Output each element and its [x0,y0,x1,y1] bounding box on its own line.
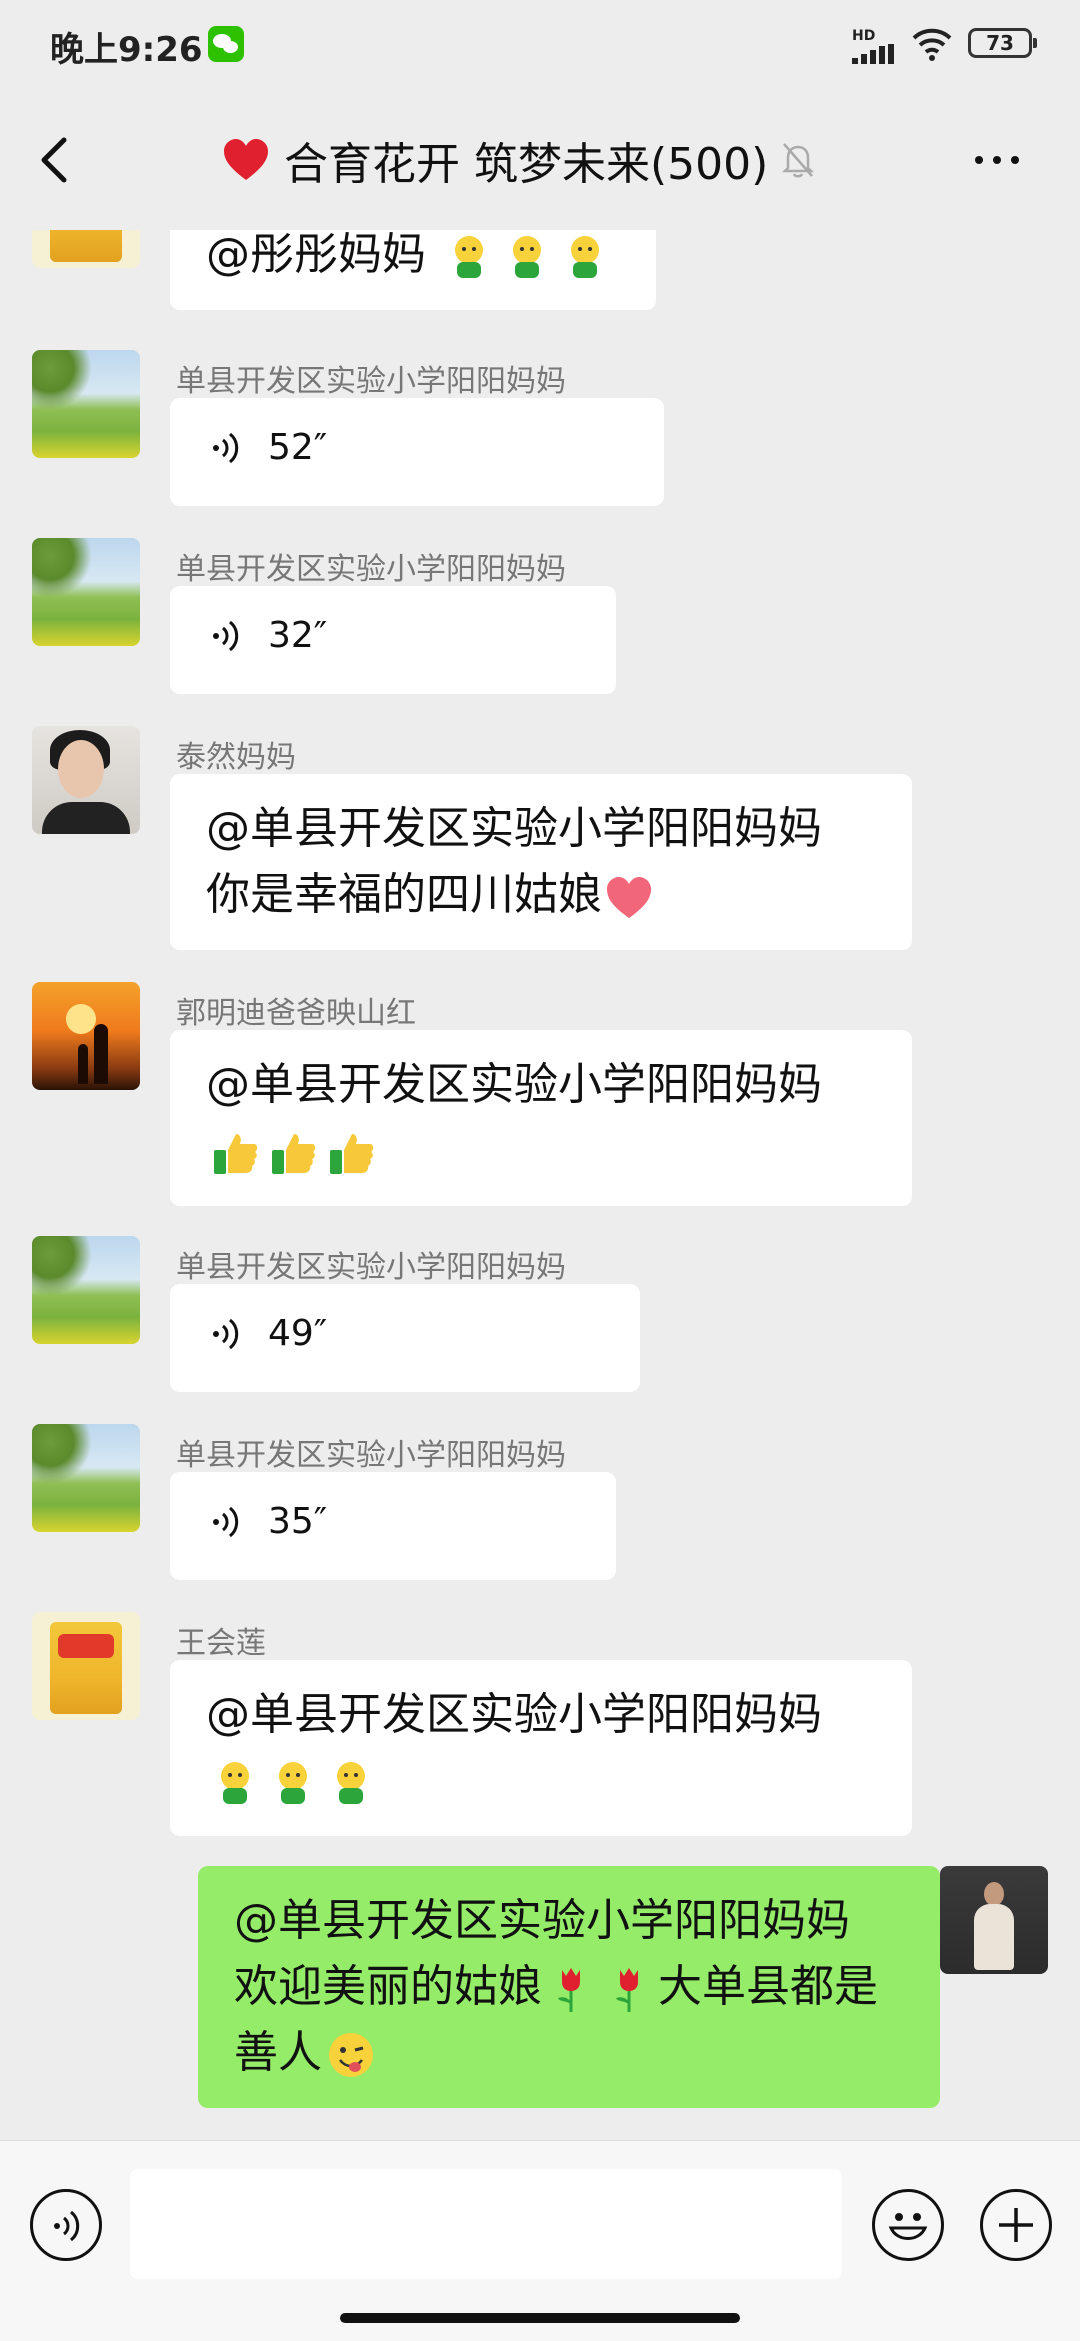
chat-title: 合育花开 筑梦未来(500) [284,139,769,190]
neutral-face-emoji-icon [571,236,599,278]
avatar[interactable] [32,982,140,1090]
thumbs-up-emoji-icon [214,1134,258,1174]
voice-message-bubble[interactable]: 32″ [170,586,616,694]
status-bar: 晚上9:26 HD 73 [0,0,1080,90]
avatar[interactable] [32,1236,140,1344]
message-bubble[interactable]: @单县开发区实验小学阳阳妈妈 你是幸福的四川姑娘 [170,774,912,950]
more-options-button[interactable] [975,142,1035,178]
chat-message: @彤彤妈妈 [0,230,1080,320]
message-bubble[interactable]: @彤彤妈妈 [170,230,656,310]
thumbs-up-emoji-icon [272,1134,316,1174]
dot-icon [1011,156,1019,164]
neutral-face-emoji-icon [337,1762,365,1804]
battery-indicator: 73 [968,28,1037,58]
sender-name: 单县开发区实验小学阳阳妈妈 [176,1438,566,1473]
message-text-line: @单县开发区实验小学阳阳妈妈 [206,803,822,854]
mute-notifications-icon [782,143,815,178]
voice-message-bubble[interactable]: 35″ [170,1472,616,1580]
message-text-line: 你是幸福的四川姑娘 [206,869,602,920]
emoji-button[interactable] [872,2189,944,2261]
voice-wave-icon [213,1318,239,1350]
message-text-line: 大单县都是 [658,1961,878,2012]
sender-name: 单县开发区实验小学阳阳妈妈 [176,1250,566,1285]
voice-duration: 35″ [268,1501,328,1542]
voice-message-bubble[interactable]: 49″ [170,1284,640,1392]
message-text-line: @单县开发区实验小学阳阳妈妈 [206,1059,822,1110]
avatar[interactable] [32,1612,140,1720]
voice-wave-icon [213,1506,239,1538]
hd-label: HD [852,28,876,44]
voice-duration: 32″ [268,615,328,656]
more-actions-button[interactable] [980,2189,1052,2261]
chat-header: 合育花开 筑梦未来(500) [0,90,1080,230]
avatar[interactable] [32,1424,140,1532]
home-indicator[interactable] [340,2313,740,2323]
voice-duration: 52″ [268,427,328,468]
message-input[interactable] [130,2169,842,2279]
input-bar [0,2140,1080,2341]
message-text-line: @单县开发区实验小学阳阳妈妈 [234,1895,850,1946]
sender-name: 单县开发区实验小学阳阳妈妈 [176,364,566,399]
sender-name: 郭明迪爸爸映山红 [176,996,416,1031]
thumbs-up-emoji-icon [330,1134,374,1174]
my-avatar[interactable] [940,1866,1048,1974]
winking-tongue-emoji-icon [329,2033,373,2077]
neutral-face-emoji-icon [455,236,483,278]
voice-input-button[interactable] [30,2189,102,2261]
voice-wave-icon [213,620,239,652]
voice-wave-icon [213,432,239,464]
my-message-bubble[interactable]: @单县开发区实验小学阳阳妈妈 欢迎美丽的姑娘 大单县都是 善人 [198,1866,940,2108]
back-icon[interactable] [30,130,80,190]
tulip-emoji-icon [616,1968,638,2012]
wifi-icon [912,28,952,61]
status-time: 晚上9:26 [50,30,203,70]
plus-icon [999,2208,1033,2242]
message-text-line: 善人 [234,2027,322,2078]
heart-icon [224,139,268,180]
voice-duration: 49″ [268,1313,328,1354]
avatar[interactable] [32,726,140,834]
message-text-line: @单县开发区实验小学阳阳妈妈 [206,1689,822,1740]
neutral-face-emoji-icon [279,1762,307,1804]
pink-heart-emoji-icon [607,877,651,918]
dot-icon [993,156,1001,164]
smiley-icon [888,2213,928,2240]
tulip-emoji-icon [558,1968,580,2012]
neutral-face-emoji-icon [513,236,541,278]
message-text-line: 欢迎美丽的姑娘 [234,1961,542,2012]
message-bubble[interactable]: @单县开发区实验小学阳阳妈妈 [170,1030,912,1206]
message-text: @彤彤妈妈 [206,230,426,280]
voice-wave-icon [54,2210,80,2242]
sender-name: 单县开发区实验小学阳阳妈妈 [176,552,566,587]
chat-title-group[interactable]: 合育花开 筑梦未来(500) [220,130,816,190]
avatar[interactable] [32,230,140,268]
neutral-face-emoji-icon [221,1762,249,1804]
wechat-notification-icon [208,26,244,62]
signal-icon [852,44,894,64]
avatar[interactable] [32,350,140,458]
dot-icon [975,156,983,164]
voice-message-bubble[interactable]: 52″ [170,398,664,506]
chat-message-list[interactable]: @彤彤妈妈 单县开发区实验小学阳阳妈妈 52″ 单县开发区实验小学阳阳妈妈 32… [0,230,1080,2140]
message-bubble[interactable]: @单县开发区实验小学阳阳妈妈 [170,1660,912,1836]
sender-name: 王会莲 [176,1626,266,1661]
avatar[interactable] [32,538,140,646]
sender-name: 泰然妈妈 [176,740,296,775]
